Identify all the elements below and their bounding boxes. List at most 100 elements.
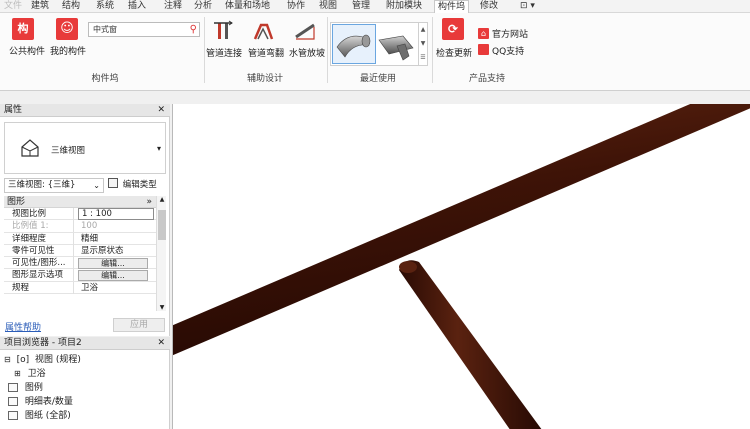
menu-view[interactable]: 视图 (319, 0, 337, 13)
pipe-connect-button[interactable]: 管道连接 (206, 46, 242, 59)
scroll-up-icon[interactable]: ▲ (158, 196, 166, 203)
official-site-link[interactable]: 官方网站 (492, 27, 528, 40)
pipe-bend-button[interactable]: 管道弯翻 (248, 46, 284, 59)
tree-item-views[interactable]: ⊟ [o] 视图 (规程) (4, 354, 81, 366)
menu-addins[interactable]: 附加模块 (386, 0, 422, 13)
tree-item-label: 图纸 (全部) (24, 411, 71, 421)
close-icon[interactable]: ✕ (157, 104, 165, 117)
view-scale-input[interactable]: 1 : 100 (78, 208, 154, 220)
gallery-expand-icon[interactable]: ☰ (418, 51, 427, 65)
tree-item-sheets[interactable]: 图纸 (全部) (8, 410, 71, 422)
menu-insert[interactable]: 插入 (128, 0, 146, 13)
property-row: 图形显示选项 编辑... (4, 269, 156, 282)
expand-icon[interactable]: ⊞ (14, 369, 21, 378)
component-search-input[interactable]: 中式窗 ⚲ (88, 22, 200, 37)
qq-support-link[interactable]: QQ支持 (492, 44, 524, 57)
gallery-scroll-down-icon[interactable]: ▼ (418, 37, 427, 51)
horizontal-pipe[interactable] (173, 104, 750, 356)
property-name: 可见性/图形... (4, 257, 74, 270)
property-name: 规程 (4, 281, 74, 294)
chevron-down-icon[interactable]: ▾ (157, 144, 161, 153)
properties-help-link[interactable]: 属性帮助 (5, 320, 41, 333)
public-components-icon[interactable]: 构 (12, 18, 34, 40)
ribbon-separator (204, 17, 205, 83)
public-components-button[interactable]: 公共构件 (9, 44, 45, 57)
collapse-icon[interactable]: » (146, 196, 152, 208)
legend-icon (8, 383, 18, 392)
property-name: 详细程度 (4, 232, 74, 245)
view-instance-select[interactable]: 三维视图: {三维} ⌄ (4, 178, 104, 193)
property-row: 可见性/图形... 编辑... (4, 257, 156, 270)
menu-systems[interactable]: 系统 (96, 0, 114, 13)
pipe-connect-icon[interactable] (212, 19, 234, 41)
menu-manage[interactable]: 管理 (352, 0, 370, 13)
recent-item-elbow[interactable] (332, 24, 376, 64)
graphic-display-edit-button[interactable]: 编辑... (78, 270, 148, 282)
scroll-thumb[interactable] (158, 210, 166, 240)
property-row: 详细程度 精细 (4, 232, 156, 245)
group-label-product-support: 产品支持 (468, 74, 505, 84)
discipline-value[interactable]: 卫浴 (78, 282, 154, 294)
pipe-bend-icon[interactable] (252, 19, 274, 41)
sheet-icon (8, 411, 18, 420)
tree-item-label: 明细表/数量 (24, 397, 73, 407)
tree-item-schedules[interactable]: 明细表/数量 (8, 396, 73, 408)
tree-item-legends[interactable]: 图例 (8, 382, 43, 394)
scroll-down-icon[interactable]: ▼ (158, 304, 166, 311)
ribbon-separator (432, 17, 433, 83)
properties-title-text: 属性 (4, 105, 23, 115)
category-graphics[interactable]: 图形 » (4, 196, 156, 208)
menu-massing-site[interactable]: 体量和场地 (225, 0, 270, 13)
vertical-pipe[interactable] (399, 260, 545, 429)
collapse-icon[interactable]: ⊟ (4, 355, 11, 364)
property-grid: 图形 » 视图比例 1 : 100 比例值 1: 100 详细程度 精细 零件可… (4, 196, 156, 295)
close-icon[interactable]: ✕ (157, 337, 165, 350)
visibility-graphics-edit-button[interactable]: 编辑... (78, 258, 148, 270)
pipe-tee-icon[interactable] (377, 26, 417, 64)
pipe-slope-icon[interactable] (294, 19, 316, 41)
menu-modify[interactable]: 修改 (480, 0, 498, 13)
detail-level-value[interactable]: 精细 (78, 233, 154, 245)
menu-architecture[interactable]: 建筑 (31, 0, 49, 13)
check-update-button[interactable]: 检查更新 (436, 46, 472, 59)
search-icon[interactable]: ⚲ (190, 23, 197, 36)
3d-view-house-icon (21, 139, 39, 157)
gallery-scroll-up-icon[interactable]: ▲ (418, 23, 427, 37)
properties-title: 属性 ✕ (0, 104, 170, 117)
menu-file[interactable]: 文件 (4, 0, 22, 13)
project-browser-panel: 项目浏览器 - 项目2 ✕ ⊟ [o] 视图 (规程) ⊞ 卫浴 图例 明细表/… (0, 337, 170, 429)
edit-type-button[interactable]: 编辑类型 (108, 178, 157, 193)
view-group-icon: [o] (16, 355, 30, 365)
menu-analyze[interactable]: 分析 (194, 0, 212, 13)
my-components-button[interactable]: 我的构件 (50, 44, 86, 57)
qq-icon (478, 44, 489, 55)
project-browser-title-text: 项目浏览器 - 项目2 (4, 338, 82, 348)
3d-viewport[interactable] (172, 104, 750, 429)
component-search-value: 中式窗 (93, 25, 117, 34)
menu-component-dock[interactable]: 构件坞 (434, 0, 470, 13)
menu-bar: 文件 建筑 结构 系统 插入 注释 分析 体量和场地 协作 视图 管理 附加模块… (0, 0, 750, 13)
property-scrollbar[interactable]: ▲ ▼ (156, 196, 166, 311)
apply-button[interactable]: 应用 (113, 318, 165, 332)
property-value: 100 (81, 221, 98, 232)
menu-collaborate[interactable]: 协作 (287, 0, 305, 13)
property-row: 零件可见性 显示原状态 (4, 244, 156, 258)
my-components-icon[interactable]: ☺ (56, 18, 78, 40)
check-update-icon[interactable]: ⟳ (442, 18, 464, 40)
ribbon: 构 ☺ 公共构件 我的构件 中式窗 ⚲ 构件坞 管道连接 管道弯翻 水管放坡 辅… (0, 13, 750, 91)
tree-item-label: 卫浴 (27, 369, 46, 379)
parts-visibility-value[interactable]: 显示原状态 (78, 245, 154, 257)
type-selector[interactable]: 三维视图 ▾ (4, 122, 166, 174)
recent-gallery[interactable]: ▲ ▼ ☰ (330, 22, 428, 66)
menu-extra-dropdown[interactable]: ⊡ ▾ (520, 0, 535, 13)
type-name: 三维视图 (51, 146, 86, 156)
schedule-icon (8, 397, 18, 406)
tree-item-plumbing[interactable]: ⊞ 卫浴 (14, 368, 46, 380)
pipe-model (173, 104, 750, 429)
tree-item-label: 视图 (规程) (34, 355, 81, 365)
property-name: 比例值 1: (4, 220, 74, 233)
menu-annotate[interactable]: 注释 (164, 0, 182, 13)
pipe-slope-button[interactable]: 水管放坡 (289, 46, 325, 59)
menu-structure[interactable]: 结构 (62, 0, 80, 13)
edit-type-icon (108, 178, 118, 188)
